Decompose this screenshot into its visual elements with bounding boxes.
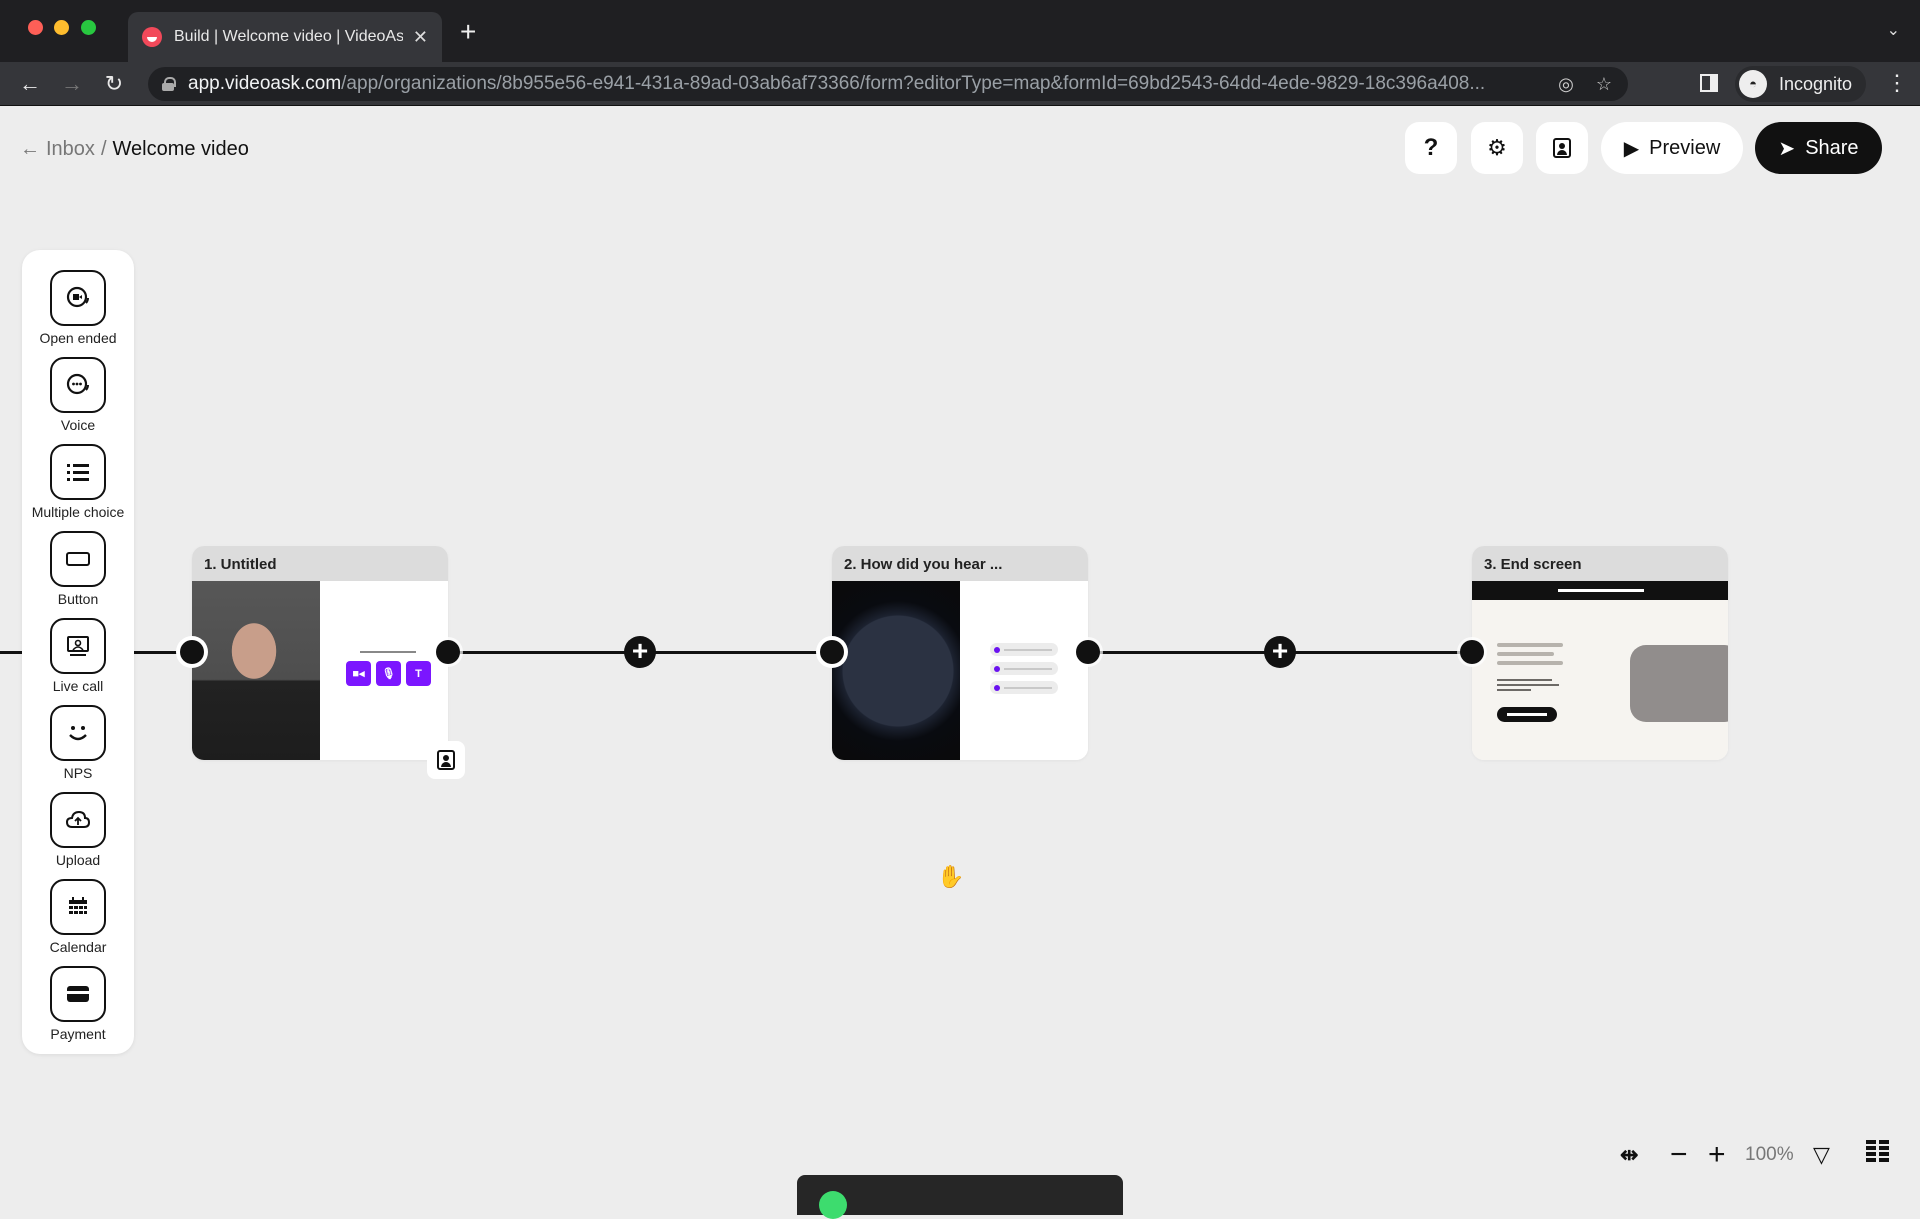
palette-item-live-call[interactable]: Live call bbox=[22, 618, 134, 694]
help-button[interactable]: ? bbox=[1405, 122, 1457, 174]
layout-toggle-icon[interactable] bbox=[1866, 1140, 1890, 1162]
contacts-button[interactable] bbox=[1536, 122, 1588, 174]
video-thumbnail bbox=[192, 581, 320, 760]
videoask-favicon-icon bbox=[142, 27, 162, 47]
palette-item-multiple-choice[interactable]: Multiple choice bbox=[22, 444, 134, 520]
button-icon bbox=[50, 531, 106, 587]
notification-toast bbox=[797, 1175, 1123, 1219]
palette-item-voice[interactable]: Voice bbox=[22, 357, 134, 433]
list-icon bbox=[50, 444, 106, 500]
star-icon[interactable]: ☆ bbox=[1596, 74, 1612, 95]
tab-close-icon[interactable]: ✕ bbox=[413, 27, 428, 48]
success-status-icon bbox=[819, 1191, 847, 1219]
zoom-level: 100% bbox=[1745, 1144, 1794, 1165]
new-tab-button[interactable]: + bbox=[460, 16, 476, 48]
contact-form-toggle[interactable] bbox=[427, 741, 465, 779]
palette-item-upload[interactable]: Upload bbox=[22, 792, 134, 868]
palette-item-nps[interactable]: NPS bbox=[22, 705, 134, 781]
settings-button[interactable]: ⚙ bbox=[1471, 122, 1523, 174]
zoom-in-button[interactable]: + bbox=[1708, 1138, 1726, 1171]
contact-card-icon bbox=[437, 750, 455, 770]
share-label: Share bbox=[1805, 136, 1859, 159]
share-button[interactable]: ➤ Share bbox=[1755, 122, 1882, 174]
breadcrumb: ← Inbox / Welcome video bbox=[20, 138, 249, 161]
browser-toolbar: ← → ↻ app.videoask.com/app/organizations… bbox=[0, 62, 1920, 106]
live-call-icon bbox=[50, 618, 106, 674]
step-3-input-handle[interactable] bbox=[1460, 640, 1484, 664]
browser-tab-active[interactable]: Build | Welcome video | VideoAsk ✕ bbox=[128, 12, 442, 62]
palette-item-open-ended[interactable]: Open ended bbox=[22, 270, 134, 346]
help-icon: ? bbox=[1423, 134, 1439, 161]
step-1-input-handle[interactable] bbox=[180, 640, 204, 664]
url-text[interactable]: app.videoask.com/app/organizations/8b955… bbox=[188, 73, 1536, 95]
grab-cursor-icon: ✋ bbox=[937, 864, 965, 889]
gear-icon: ⚙ bbox=[1487, 135, 1507, 160]
step-card-3[interactable]: 3. End screen bbox=[1472, 546, 1728, 760]
cloud-upload-icon bbox=[50, 792, 106, 848]
back-icon[interactable]: ← bbox=[14, 68, 46, 100]
play-icon: ▶ bbox=[1623, 137, 1640, 160]
step-2-input-handle[interactable] bbox=[820, 640, 844, 664]
incognito-icon: ◓ bbox=[1739, 70, 1767, 98]
send-icon: ➤ bbox=[1778, 137, 1796, 160]
step-card-title: 3. End screen bbox=[1472, 546, 1728, 581]
browser-tab-strip: Build | Welcome video | VideoAsk ✕ + ⌄ bbox=[0, 0, 1920, 62]
tab-search-chevron-icon[interactable]: ⌄ bbox=[1887, 20, 1900, 40]
audio-response-icon: 🎙 bbox=[376, 661, 401, 686]
breadcrumb-separator: / bbox=[100, 138, 107, 160]
step-card-title: 2. How did you hear ... bbox=[832, 546, 1088, 581]
reload-icon[interactable]: ↻ bbox=[98, 68, 130, 100]
choice-option-placeholder bbox=[990, 662, 1058, 675]
back-arrow-icon[interactable]: ← bbox=[20, 138, 40, 161]
address-bar[interactable]: app.videoask.com/app/organizations/8b955… bbox=[148, 67, 1628, 101]
app-header: ← Inbox / Welcome video ? ⚙ ▶ Preview ➤ … bbox=[0, 106, 1920, 190]
palette-item-calendar[interactable]: Calendar bbox=[22, 879, 134, 955]
step-1-output-handle[interactable] bbox=[436, 640, 460, 664]
credit-card-icon bbox=[50, 966, 106, 1022]
choice-option-placeholder bbox=[990, 681, 1058, 694]
breadcrumb-current: Welcome video bbox=[112, 138, 249, 160]
window-close-button[interactable] bbox=[28, 20, 43, 35]
incognito-profile-button[interactable]: ◓ Incognito bbox=[1735, 66, 1867, 102]
add-step-button[interactable]: + bbox=[624, 636, 656, 668]
eye-off-icon[interactable]: ◎ bbox=[1558, 74, 1574, 95]
palette-item-payment[interactable]: Payment bbox=[22, 966, 134, 1042]
multiple-choice-preview bbox=[960, 581, 1088, 760]
add-step-button[interactable]: + bbox=[1264, 636, 1296, 668]
zoom-out-button[interactable]: − bbox=[1670, 1138, 1688, 1171]
voice-chat-icon bbox=[50, 357, 106, 413]
smiley-icon bbox=[50, 705, 106, 761]
fit-to-screen-button[interactable]: ⇹ bbox=[1620, 1140, 1638, 1170]
step-card-2[interactable]: 2. How did you hear ... bbox=[832, 546, 1088, 760]
kebab-menu-icon[interactable]: ⋮ bbox=[1886, 70, 1908, 96]
preview-button[interactable]: ▶ Preview bbox=[1601, 122, 1743, 174]
step-card-1[interactable]: 1. Untitled ■◂ 🎙 T bbox=[192, 546, 448, 760]
step-2-output-handle[interactable] bbox=[1076, 640, 1100, 664]
forward-icon[interactable]: → bbox=[56, 68, 88, 100]
lock-icon bbox=[162, 77, 176, 91]
divider-line bbox=[360, 651, 416, 653]
earth-thumbnail bbox=[832, 581, 960, 760]
video-response-icon: ■◂ bbox=[346, 661, 371, 686]
side-panel-icon[interactable] bbox=[1700, 74, 1718, 92]
window-minimize-button[interactable] bbox=[54, 20, 69, 35]
calendar-icon bbox=[50, 879, 106, 935]
video-chat-icon bbox=[50, 270, 106, 326]
step-card-title: 1. Untitled bbox=[192, 546, 448, 581]
text-response-icon: T bbox=[406, 661, 431, 686]
breadcrumb-inbox-link[interactable]: Inbox bbox=[46, 138, 95, 161]
tab-title: Build | Welcome video | VideoAsk bbox=[174, 28, 403, 45]
question-type-palette: Open ended Voice Multiple choice Button … bbox=[22, 250, 134, 1054]
palette-item-button[interactable]: Button bbox=[22, 531, 134, 607]
window-maximize-button[interactable] bbox=[81, 20, 96, 35]
choice-option-placeholder bbox=[990, 643, 1058, 656]
response-options-preview: ■◂ 🎙 T bbox=[320, 581, 448, 760]
contact-card-icon bbox=[1553, 138, 1571, 158]
preview-label: Preview bbox=[1649, 136, 1721, 159]
profile-label: Incognito bbox=[1779, 73, 1853, 94]
end-screen-preview bbox=[1472, 581, 1728, 760]
filter-icon[interactable]: ▽ bbox=[1813, 1140, 1830, 1170]
